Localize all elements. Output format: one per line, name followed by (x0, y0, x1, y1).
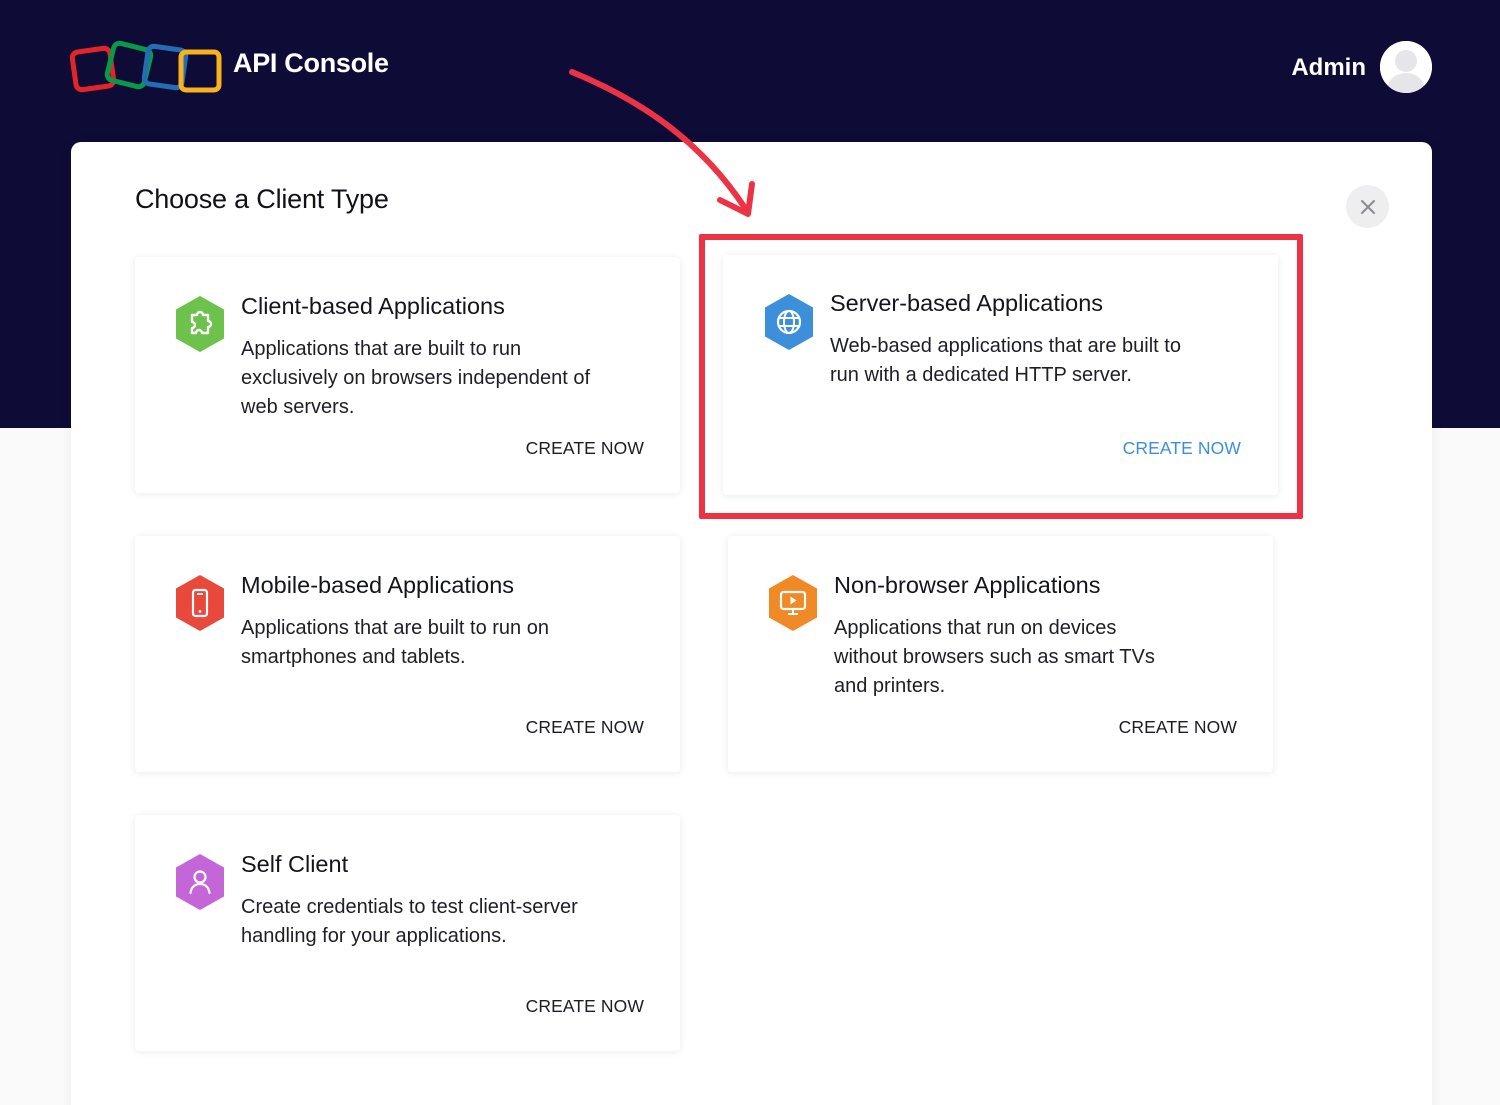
close-button[interactable] (1346, 185, 1389, 228)
app-title: API Console (233, 48, 389, 78)
puzzle-icon (172, 293, 228, 355)
card-title: Non-browser Applications (834, 572, 1101, 598)
create-now-button[interactable]: CREATE NOW (1123, 438, 1241, 459)
smartphone-icon (172, 572, 228, 634)
card-server-based[interactable]: Server-based Applications Web-based appl… (723, 255, 1278, 495)
user-avatar-icon[interactable] (1380, 41, 1432, 93)
card-description: Applications that are built to run on sm… (241, 617, 549, 668)
card-title: Server-based Applications (830, 290, 1104, 316)
create-now-button[interactable]: CREATE NOW (526, 717, 644, 738)
card-description: Applications that run on devices without… (834, 617, 1155, 697)
card-mobile-based[interactable]: Mobile-based Applications Applications t… (135, 536, 680, 772)
user-name-label[interactable]: Admin (1291, 54, 1366, 82)
card-title: Client-based Applications (241, 293, 505, 319)
create-now-button[interactable]: CREATE NOW (526, 996, 644, 1017)
create-now-button[interactable]: CREATE NOW (1119, 717, 1237, 738)
card-title: Mobile-based Applications (241, 572, 515, 598)
zoho-logo-icon[interactable] (69, 38, 226, 96)
dialog-title: Choose a Client Type (135, 184, 389, 214)
client-type-dialog: Choose a Client Type Client-based Applic… (71, 142, 1432, 1105)
card-description: Web-based applications that are built to… (830, 335, 1181, 386)
globe-icon (761, 291, 817, 353)
card-client-based[interactable]: Client-based Applications Applications t… (135, 257, 680, 493)
card-title: Self Client (241, 851, 349, 877)
card-non-browser[interactable]: Non-browser Applications Applications th… (728, 536, 1273, 772)
card-description: Create credentials to test client-server… (241, 896, 578, 947)
card-description: Applications that are built to run exclu… (241, 338, 591, 418)
app-header: API Console Admin (0, 0, 1500, 134)
create-now-button[interactable]: CREATE NOW (526, 438, 644, 459)
person-icon (172, 851, 228, 913)
monitor-play-icon (765, 572, 821, 634)
card-self-client[interactable]: Self Client Create credentials to test c… (135, 815, 680, 1051)
close-icon (1360, 199, 1375, 214)
